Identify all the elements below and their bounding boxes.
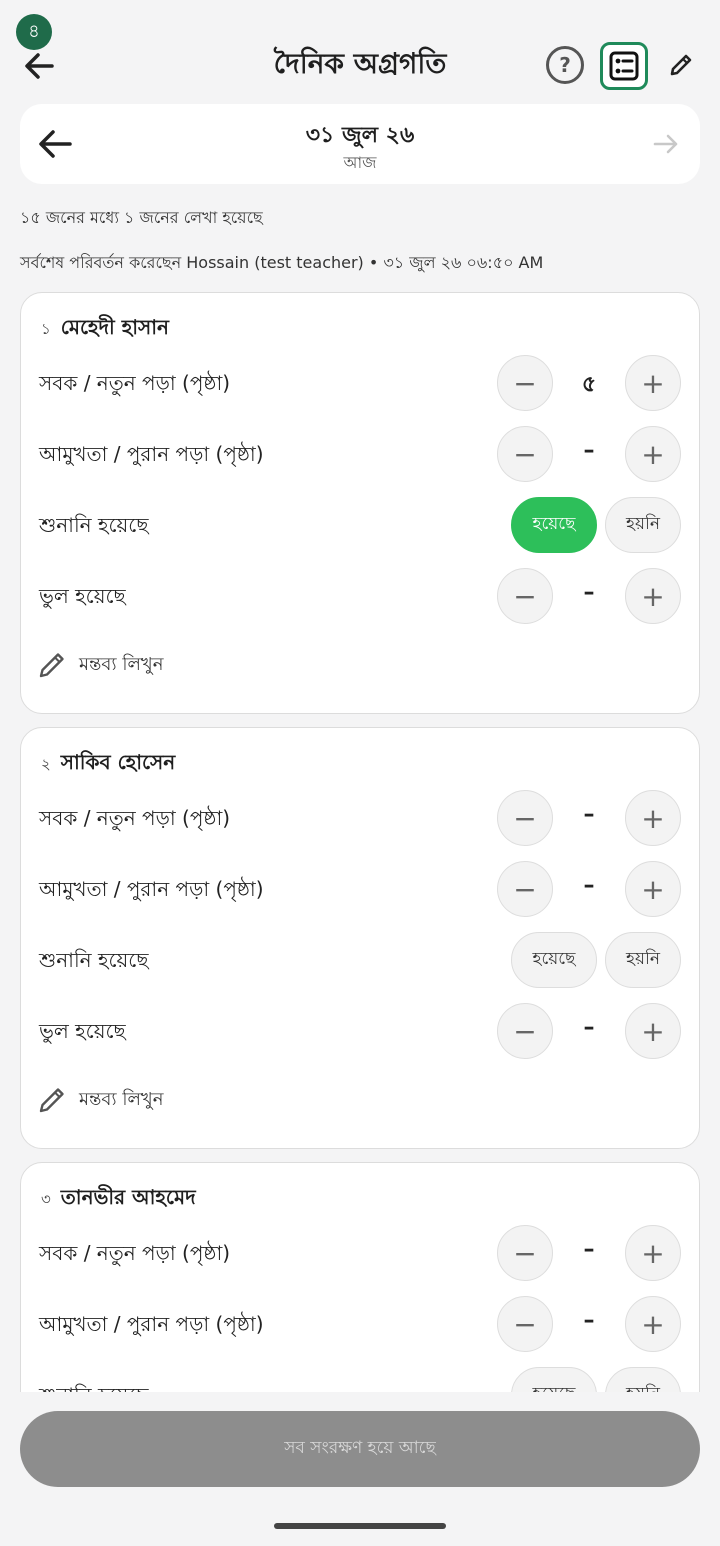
revision-increment-button[interactable]: + (625, 426, 681, 482)
recited-row: শুনানি হয়েছে হয়েছে হয়নি (21, 1365, 701, 1392)
recited-yes-button[interactable]: হয়েছে (511, 497, 597, 553)
recited-yes-button[interactable]: হয়েছে (511, 1367, 597, 1392)
student-name: সাকিব হোসেন (60, 750, 176, 774)
mistakes-label: ভুল হয়েছে (39, 584, 126, 608)
last-modified-info: সর্বশেষ পরিবর্তন করেছেন Hossain (test te… (20, 253, 544, 272)
lesson-increment-button[interactable]: + (625, 1225, 681, 1281)
write-comment-label: মন্তব্য লিখুন (79, 1088, 164, 1110)
revision-value: – (583, 873, 595, 898)
lesson-increment-button[interactable]: + (625, 355, 681, 411)
lesson-label: সবক / নতুন পড়া (পৃষ্ঠা) (39, 1241, 231, 1265)
back-button[interactable] (20, 46, 60, 86)
recited-yes-button[interactable]: হয়েছে (511, 932, 597, 988)
recited-no-button[interactable]: হয়নি (605, 1367, 681, 1392)
lesson-decrement-button[interactable]: − (497, 790, 553, 846)
recited-no-button[interactable]: হয়নি (605, 497, 681, 553)
student-name-heading: ৩ তানভীর আহমেদ (41, 1183, 196, 1216)
revision-decrement-button[interactable]: − (497, 861, 553, 917)
lesson-value: ৫ (581, 372, 597, 397)
student-card: ১ মেহেদী হাসান সবক / নতুন পড়া (পৃষ্ঠা) −… (20, 292, 700, 714)
lesson-row: সবক / নতুন পড়া (পৃষ্ঠা) − – + (21, 1223, 701, 1283)
revision-label: আমুখতা / পুরান পড়া (পৃষ্ঠা) (39, 442, 264, 466)
mistakes-label: ভুল হয়েছে (39, 1019, 126, 1043)
date-selector: ৩১ জুল ২৬ আজ (20, 104, 700, 184)
pencil-icon (39, 1088, 64, 1113)
next-date-button[interactable] (652, 130, 680, 158)
student-name: তানভীর আহমেদ (60, 1185, 196, 1209)
lesson-increment-button[interactable]: + (625, 790, 681, 846)
entry-summary: ১৫ জনের মধ্যে ১ জনের লেখা হয়েছে (20, 208, 263, 227)
date-relative-label: আজ (343, 153, 377, 172)
student-card: ৩ তানভীর আহমেদ সবক / নতুন পড়া (পৃষ্ঠা) −… (20, 1162, 700, 1392)
revision-value: – (583, 438, 595, 463)
student-name-heading: ২ সাকিব হোসেন (41, 748, 175, 781)
recited-label: শুনানি হয়েছে (39, 513, 149, 537)
student-number: ১ (41, 320, 51, 338)
help-button[interactable]: ? (546, 46, 584, 84)
arrow-left-icon (25, 53, 54, 79)
revision-row: আমুখতা / পুরান পড়া (পৃষ্ঠা) − – + (21, 424, 701, 484)
revision-increment-button[interactable]: + (625, 861, 681, 917)
pencil-icon (670, 54, 692, 76)
app-header: ৪ দৈনিক অগ্রগতি ? (0, 0, 720, 100)
lesson-decrement-button[interactable]: − (497, 1225, 553, 1281)
write-comment-label: মন্তব্য লিখুন (79, 653, 164, 675)
student-number: ৩ (41, 1190, 51, 1208)
mistakes-row: ভুল হয়েছে − – + (21, 566, 701, 626)
lesson-label: সবক / নতুন পড়া (পৃষ্ঠা) (39, 371, 231, 395)
help-icon: ? (559, 53, 571, 77)
revision-label: আমুখতা / পুরান পড়া (পৃষ্ঠা) (39, 877, 264, 901)
student-name: মেহেদী হাসান (60, 315, 169, 339)
student-list[interactable]: ১ মেহেদী হাসান সবক / নতুন পড়া (পৃষ্ঠা) −… (0, 292, 720, 1392)
revision-decrement-button[interactable]: − (497, 1296, 553, 1352)
lesson-decrement-button[interactable]: − (497, 355, 553, 411)
recited-row: শুনানি হয়েছে হয়েছে হয়নি (21, 495, 701, 555)
arrow-right-icon (653, 134, 678, 154)
page-title: দৈনিক অগ্রগতি (273, 47, 447, 80)
student-number: ২ (41, 755, 51, 773)
revision-row: আমুখতা / পুরান পড়া (পৃষ্ঠা) − – + (21, 1294, 701, 1354)
notification-badge: ৪ (16, 14, 52, 50)
mistakes-increment-button[interactable]: + (625, 1003, 681, 1059)
save-all-button[interactable]: সব সংরক্ষণ হয়ে আছে (20, 1411, 700, 1487)
lesson-row: সবক / নতুন পড়া (পৃষ্ঠা) − – + (21, 788, 701, 848)
mistakes-value: – (583, 580, 595, 605)
mistakes-decrement-button[interactable]: − (497, 1003, 553, 1059)
mistakes-increment-button[interactable]: + (625, 568, 681, 624)
home-indicator (274, 1523, 446, 1529)
revision-decrement-button[interactable]: − (497, 426, 553, 482)
student-card: ২ সাকিব হোসেন সবক / নতুন পড়া (পৃষ্ঠা) − … (20, 727, 700, 1149)
student-name-heading: ১ মেহেদী হাসান (41, 313, 169, 346)
recited-no-button[interactable]: হয়নি (605, 932, 681, 988)
lesson-value: – (583, 1237, 595, 1262)
pencil-icon (39, 653, 64, 678)
edit-button[interactable] (666, 50, 696, 80)
recited-label: শুনানি হয়েছে (39, 1381, 148, 1392)
write-comment-button[interactable]: মন্তব্য লিখুন (37, 647, 164, 683)
revision-row: আমুখতা / পুরান পড়া (পৃষ্ঠা) − – + (21, 859, 701, 919)
revision-value: – (583, 1308, 595, 1333)
recited-row: শুনানি হয়েছে হয়েছে হয়নি (21, 930, 701, 990)
revision-label: আমুখতা / পুরান পড়া (পৃষ্ঠা) (39, 1312, 264, 1336)
write-comment-button[interactable]: মন্তব্য লিখুন (37, 1082, 164, 1118)
mistakes-row: ভুল হয়েছে − – + (21, 1001, 701, 1061)
recited-label: শুনানি হয়েছে (39, 948, 149, 972)
lesson-row: সবক / নতুন পড়া (পৃষ্ঠা) − ৫ + (21, 353, 701, 413)
list-view-button[interactable] (600, 42, 648, 90)
lesson-value: – (583, 802, 595, 827)
revision-increment-button[interactable]: + (625, 1296, 681, 1352)
mistakes-value: – (583, 1015, 595, 1040)
lesson-label: সবক / নতুন পড়া (পৃষ্ঠা) (39, 806, 231, 830)
mistakes-decrement-button[interactable]: − (497, 568, 553, 624)
list-view-icon (609, 51, 639, 81)
